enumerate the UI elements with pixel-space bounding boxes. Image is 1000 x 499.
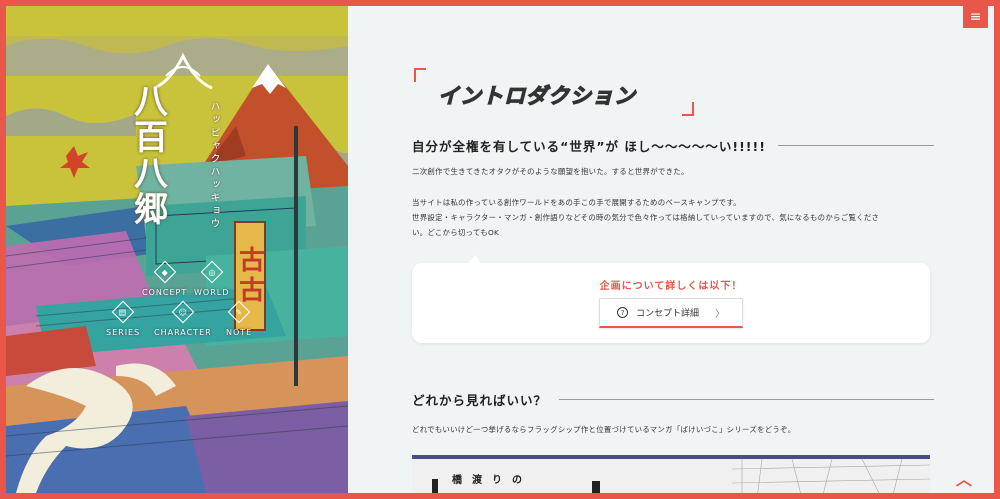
character-icon: ☺	[171, 300, 195, 324]
hero-illustration: 八百八郷 ハッピャクハッキョウ 古古 ◆ CONCEPT ◎ WORLD ▤ S…	[6, 6, 348, 493]
nav-item-character[interactable]: ☺ CHARACTER	[154, 300, 212, 337]
nav-item-series[interactable]: ▤ SERIES	[106, 300, 141, 337]
section-heading-where-to-start: どれから見ればいい？	[412, 390, 934, 409]
section-heading-text: 自分が全権を有している“世界”が ほし～～～～～い!!!!!	[412, 139, 766, 154]
heading-rule	[559, 399, 934, 400]
heading-rule	[777, 145, 934, 146]
nav-item-label: CHARACTER	[154, 328, 212, 337]
concept-icon: ◆	[153, 260, 176, 284]
button-label: コンセプト詳細	[635, 309, 699, 319]
nav-item-note[interactable]: ✎ NOTE	[226, 300, 253, 337]
section-heading-text: どれから見ればいい？	[412, 393, 548, 408]
concept-detail-button[interactable]: ? コンセプト詳細 〉	[599, 298, 743, 328]
nav-item-concept[interactable]: ◆ CONCEPT	[142, 260, 188, 297]
banner-title: 橋渡りの	[452, 475, 532, 486]
intro-paragraph: 二次創作で生きてきたオタクがそのような願望を抱いた。すると世界ができた。	[412, 167, 689, 176]
world-icon: ◎	[200, 260, 224, 284]
question-icon: ?	[616, 307, 628, 318]
series-icon: ▤	[111, 300, 135, 324]
recommend-paragraph: どれでもいいけど一つ挙げるならフラッグシップ作と位置づけているマンガ「ばけいづこ…	[412, 425, 796, 434]
series-banner[interactable]: 橋渡りの	[412, 455, 930, 493]
bracket-decoration	[414, 68, 426, 82]
side-navigation: ◆ CONCEPT ◎ WORLD ▤ SERIES ☺ CHARACTER ✎…	[6, 6, 348, 493]
main-content: イントロダクション 自分が全権を有している“世界”が ほし～～～～～い!!!!!…	[348, 6, 994, 493]
scroll-top-icon[interactable]: ︿	[952, 468, 976, 489]
nav-item-world[interactable]: ◎ WORLD	[194, 260, 230, 297]
nav-item-label: SERIES	[106, 328, 141, 337]
nav-item-label: WORLD	[194, 288, 230, 297]
nav-item-label: CONCEPT	[142, 288, 188, 297]
intro-paragraph: い。どこから切ってもOK	[412, 228, 500, 237]
note-icon: ✎	[227, 300, 251, 324]
menu-button[interactable]: ≡	[963, 6, 988, 28]
chevron-right-icon: 〉	[715, 309, 725, 320]
page-frame: 八百八郷 ハッピャクハッキョウ 古古 ◆ CONCEPT ◎ WORLD ▤ S…	[6, 6, 994, 493]
bracket-decoration	[682, 102, 694, 116]
page-title-block: イントロダクション	[414, 68, 694, 116]
nav-item-label: NOTE	[226, 328, 253, 337]
card-title: 企画について詳しくは以下！	[599, 281, 743, 292]
concept-card: 企画について詳しくは以下！ ? コンセプト詳細 〉	[412, 255, 930, 343]
page-title: イントロダクション	[437, 83, 636, 108]
intro-paragraph: 世界設定・キャラクター・マンガ・創作語りなどその時の気分で色々作っては格納してい…	[412, 213, 880, 222]
intro-paragraph: 当サイトは私の作っている創作ワールドをあの手この手で展開するためのベースキャンプ…	[412, 198, 741, 207]
section-heading-world: 自分が全権を有している“世界”が ほし～～～～～い!!!!!	[412, 136, 934, 155]
